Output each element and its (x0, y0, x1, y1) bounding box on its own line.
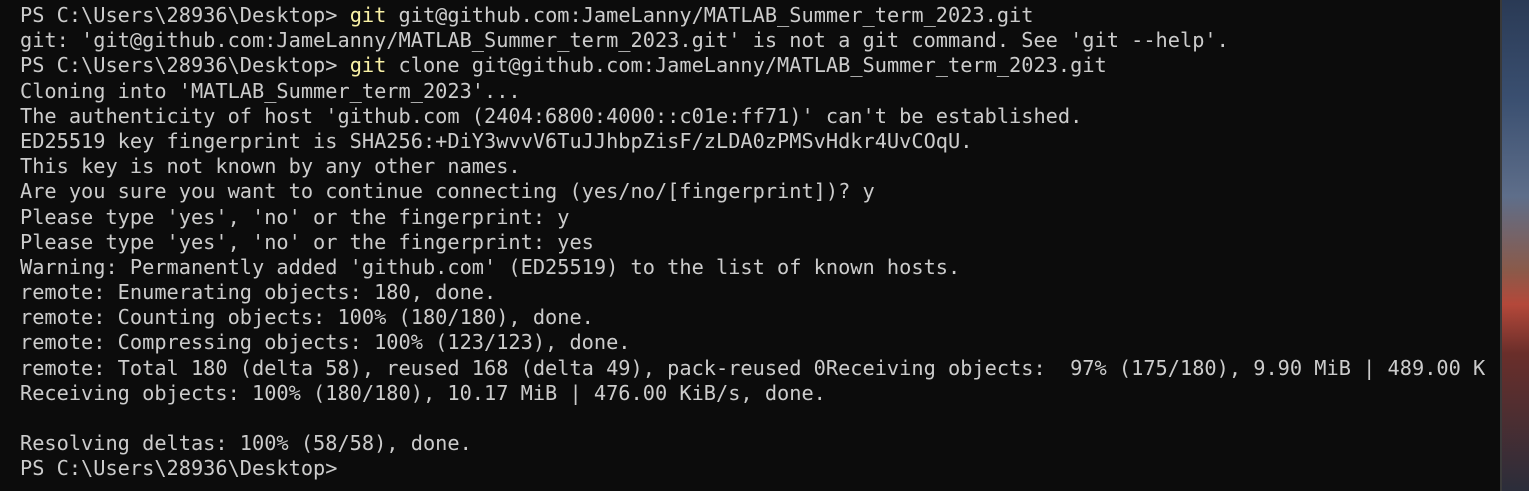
command-args: clone git@github.com:JameLanny/MATLAB_Su… (386, 53, 1107, 78)
prompt-text: PS C:\Users\28936\Desktop> (20, 456, 338, 481)
terminal-line-output: This key is not known by any other names… (20, 154, 521, 179)
prompt-text: PS C:\Users\28936\Desktop> (20, 53, 350, 78)
terminal-line-output: Receiving objects: 100% (180/180), 10.17… (20, 380, 826, 405)
terminal-window[interactable]: PS C:\Users\28936\Desktop> git git@githu… (0, 0, 1500, 491)
terminal-line-output: Are you sure you want to continue connec… (20, 179, 875, 204)
command-word: git (349, 3, 387, 27)
terminal-line-prompt: PS C:\Users\28936\Desktop> git clone git… (20, 53, 1500, 78)
terminal-line-prompt: PS C:\Users\28936\Desktop> (20, 456, 1500, 481)
command-word: git (349, 53, 387, 78)
desktop-wallpaper-edge (1500, 0, 1529, 491)
terminal-line-output: remote: Enumerating objects: 180, done. (20, 280, 497, 305)
terminal-line-output: Please type 'yes', 'no' or the fingerpri… (20, 204, 570, 229)
command-args: git@github.com:JameLanny/MATLAB_Summer_t… (386, 3, 1034, 27)
terminal-line-output: remote: Compressing objects: 100% (123/1… (20, 330, 631, 355)
terminal-line-output: The authenticity of host 'github.com (24… (20, 103, 1083, 128)
terminal-line-output: Cloning into 'MATLAB_Summer_term_2023'..… (20, 78, 521, 103)
terminal-line-output: Resolving deltas: 100% (58/58), done. (20, 431, 472, 456)
terminal-line-output: git: 'git@github.com:JameLanny/MATLAB_Su… (20, 28, 1229, 53)
terminal-line-prompt: PS C:\Users\28936\Desktop> git git@githu… (20, 3, 1500, 28)
terminal-line-output: Warning: Permanently added 'github.com' … (20, 254, 961, 279)
screen: PS C:\Users\28936\Desktop> git git@githu… (0, 0, 1529, 491)
prompt-text: PS C:\Users\28936\Desktop> (20, 3, 350, 27)
terminal-line-output: remote: Total 180 (delta 58), reused 168… (20, 355, 1486, 380)
terminal-line-output: Please type 'yes', 'no' or the fingerpri… (20, 229, 594, 254)
terminal-line-output: remote: Counting objects: 100% (180/180)… (20, 305, 594, 330)
terminal-line-output: ED25519 key fingerprint is SHA256:+DiY3w… (20, 128, 973, 153)
window-border (1500, 0, 1502, 491)
